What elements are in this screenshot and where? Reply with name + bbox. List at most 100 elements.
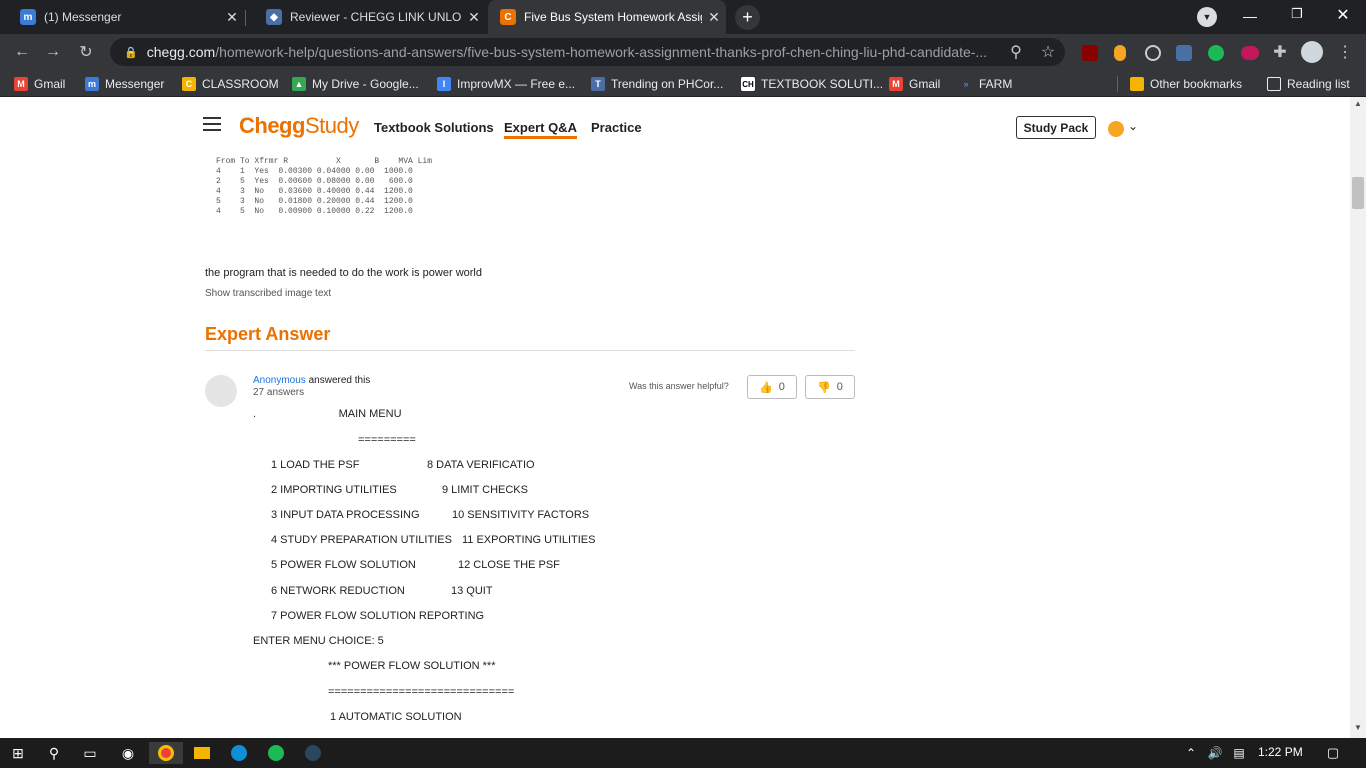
steam-icon[interactable]	[302, 742, 324, 764]
classroom-icon: C	[182, 77, 196, 91]
scrollbar-thumb[interactable]	[1352, 177, 1364, 209]
extension-ublock-icon[interactable]	[1077, 40, 1103, 66]
search-icon[interactable]: ⚲	[43, 742, 65, 764]
answer-line: 11 EXPORTING UTILITIES	[462, 534, 596, 546]
shield-icon: T	[591, 77, 605, 91]
answer-line: 1 AUTOMATIC SOLUTION	[330, 711, 462, 723]
tab-chegg-active[interactable]: C Five Bus System Homework Assignment ✕	[488, 0, 726, 34]
close-tab-icon[interactable]: ✕	[462, 9, 486, 26]
other-bookmarks[interactable]: Other bookmarks	[1130, 75, 1242, 93]
bookmark-gmail[interactable]: M Gmail	[14, 75, 65, 93]
edge-icon[interactable]	[228, 742, 250, 764]
answer-line: =============================	[328, 686, 515, 698]
close-tab-icon[interactable]: ✕	[220, 9, 244, 26]
close-tab-icon[interactable]: ✕	[702, 9, 726, 26]
lock-icon: 🔒	[124, 46, 138, 59]
web-page	[0, 97, 1350, 738]
notifications-icon[interactable]: ▢	[1322, 742, 1344, 764]
nav-expert-qa[interactable]: Expert Q&A	[504, 120, 577, 139]
scroll-up-icon[interactable]: ▲	[1350, 99, 1366, 113]
question-text: the program that is needed to do the wor…	[205, 267, 482, 279]
reading-list[interactable]: Reading list	[1267, 75, 1350, 93]
bookmark-phcorner[interactable]: T Trending on PHCor...	[591, 75, 723, 93]
taskbar-clock[interactable]: 1:22 PM	[1258, 745, 1303, 759]
author-link[interactable]: Anonymous	[253, 375, 306, 386]
bookmark-classroom[interactable]: C CLASSROOM	[182, 75, 279, 93]
close-window-icon[interactable]: ✕	[1333, 5, 1353, 25]
zoom-icon[interactable]: ⚲	[1003, 39, 1029, 65]
answer-line: 7 POWER FLOW SOLUTION REPORTING	[271, 610, 485, 622]
bookmark-gmail-2[interactable]: M Gmail	[889, 75, 940, 93]
reading-list-icon	[1267, 77, 1281, 91]
bookmark-messenger[interactable]: m Messenger	[85, 75, 164, 93]
back-icon[interactable]: ←	[9, 39, 35, 65]
restore-icon[interactable]: ❐	[1287, 6, 1307, 22]
answer-author: Anonymous answered this	[253, 375, 371, 386]
extension-new-icon[interactable]	[1171, 40, 1197, 66]
address-bar[interactable]: 🔒 chegg.com/homework-help/questions-and-…	[110, 38, 1065, 66]
volume-icon[interactable]: 🔊	[1204, 742, 1226, 764]
thumbs-up-icon: 👍	[759, 381, 773, 394]
gmail-icon: M	[14, 77, 28, 91]
extension-gauge-icon[interactable]	[1140, 40, 1166, 66]
gmail-icon: M	[889, 77, 903, 91]
answer-line: 6 NETWORK REDUCTION	[271, 585, 405, 597]
chevron-down-icon[interactable]: ⌄	[1128, 119, 1138, 133]
tray-chevron-up-icon[interactable]: ⌃	[1180, 742, 1202, 764]
tab-reviewer[interactable]: ◆ Reviewer - CHEGG LINK UNLOCKER ✕	[246, 0, 486, 34]
answer-line: 12 CLOSE THE PSF	[458, 559, 560, 571]
bookmark-farm[interactable]: » FARM	[959, 75, 1012, 93]
answer-line: 5 POWER FLOW SOLUTION	[271, 559, 416, 571]
minimize-icon[interactable]: —	[1240, 8, 1260, 24]
extension-red-icon[interactable]	[1237, 40, 1263, 66]
bookmark-improvmx[interactable]: I ImprovMX — Free e...	[437, 75, 575, 93]
new-tab-button[interactable]: +	[735, 5, 760, 30]
study-pack-button[interactable]: Study Pack	[1016, 116, 1096, 139]
network-icon[interactable]: ▤	[1228, 742, 1250, 764]
show-transcribed-link[interactable]: Show transcribed image text	[205, 288, 331, 299]
tab-messenger[interactable]: m (1) Messenger ✕	[0, 0, 244, 34]
tab-title: Five Bus System Homework Assignment	[524, 10, 702, 24]
helpful-prompt: Was this answer helpful?	[629, 381, 729, 391]
answer-line: 9 LIMIT CHECKS	[442, 484, 528, 496]
thumbs-down-button[interactable]: 👎 0	[805, 375, 855, 399]
answerer-avatar	[205, 375, 237, 407]
answer-line: *** POWER FLOW SOLUTION ***	[328, 660, 496, 672]
tab-title: (1) Messenger	[44, 10, 122, 24]
question-data-table: From To Xfrmr R X B MVA Lim 4 1 Yes 0.003…	[216, 157, 433, 216]
profile-avatar[interactable]	[1299, 39, 1325, 65]
windows-start-icon[interactable]: ⊞	[7, 742, 29, 764]
messenger-icon: m	[85, 77, 99, 91]
thumbs-down-icon: 👎	[817, 381, 831, 394]
nav-textbook-solutions[interactable]: Textbook Solutions	[374, 120, 494, 135]
hamburger-menu-icon[interactable]	[203, 117, 221, 131]
answer-line: 4 STUDY PREPARATION UTILITIES	[271, 534, 452, 546]
thumbs-up-button[interactable]: 👍 0	[747, 375, 797, 399]
chegg-hero-icon: CH	[741, 77, 755, 91]
expert-answer-heading: Expert Answer	[205, 324, 331, 344]
shield-icon: ◆	[266, 9, 282, 25]
app-icon[interactable]: ◉	[117, 742, 139, 764]
forward-icon[interactable]: →	[40, 39, 66, 65]
user-avatar[interactable]	[1108, 121, 1124, 137]
task-view-icon[interactable]: ▭	[79, 742, 101, 764]
menu-kebab-icon[interactable]: ⋮	[1332, 39, 1358, 65]
chrome-icon[interactable]	[149, 742, 183, 764]
tab-search-icon[interactable]: ▼	[1197, 7, 1217, 27]
nav-practice[interactable]: Practice	[591, 120, 642, 135]
bookmark-star-icon[interactable]: ☆	[1035, 39, 1061, 65]
answer-count: 27 answers	[253, 387, 305, 398]
bookmark-my-drive[interactable]: ▲ My Drive - Google...	[292, 75, 419, 93]
answer-line: . MAIN MENU	[253, 408, 402, 420]
file-explorer-icon[interactable]	[191, 742, 213, 764]
answer-line: 3 INPUT DATA PROCESSING	[271, 509, 420, 521]
improvmx-icon: I	[437, 77, 451, 91]
spotify-icon[interactable]	[265, 742, 287, 764]
extensions-puzzle-icon[interactable]: ✚	[1267, 39, 1293, 65]
chegg-study-logo[interactable]: CheggStudy	[239, 113, 359, 139]
extension-honey-icon[interactable]	[1107, 40, 1133, 66]
reload-icon[interactable]: ↻	[73, 39, 99, 65]
bookmark-textbook[interactable]: CH TEXTBOOK SOLUTI...	[741, 75, 883, 93]
extension-green-icon[interactable]	[1203, 40, 1229, 66]
scroll-down-icon[interactable]: ▼	[1350, 723, 1366, 737]
